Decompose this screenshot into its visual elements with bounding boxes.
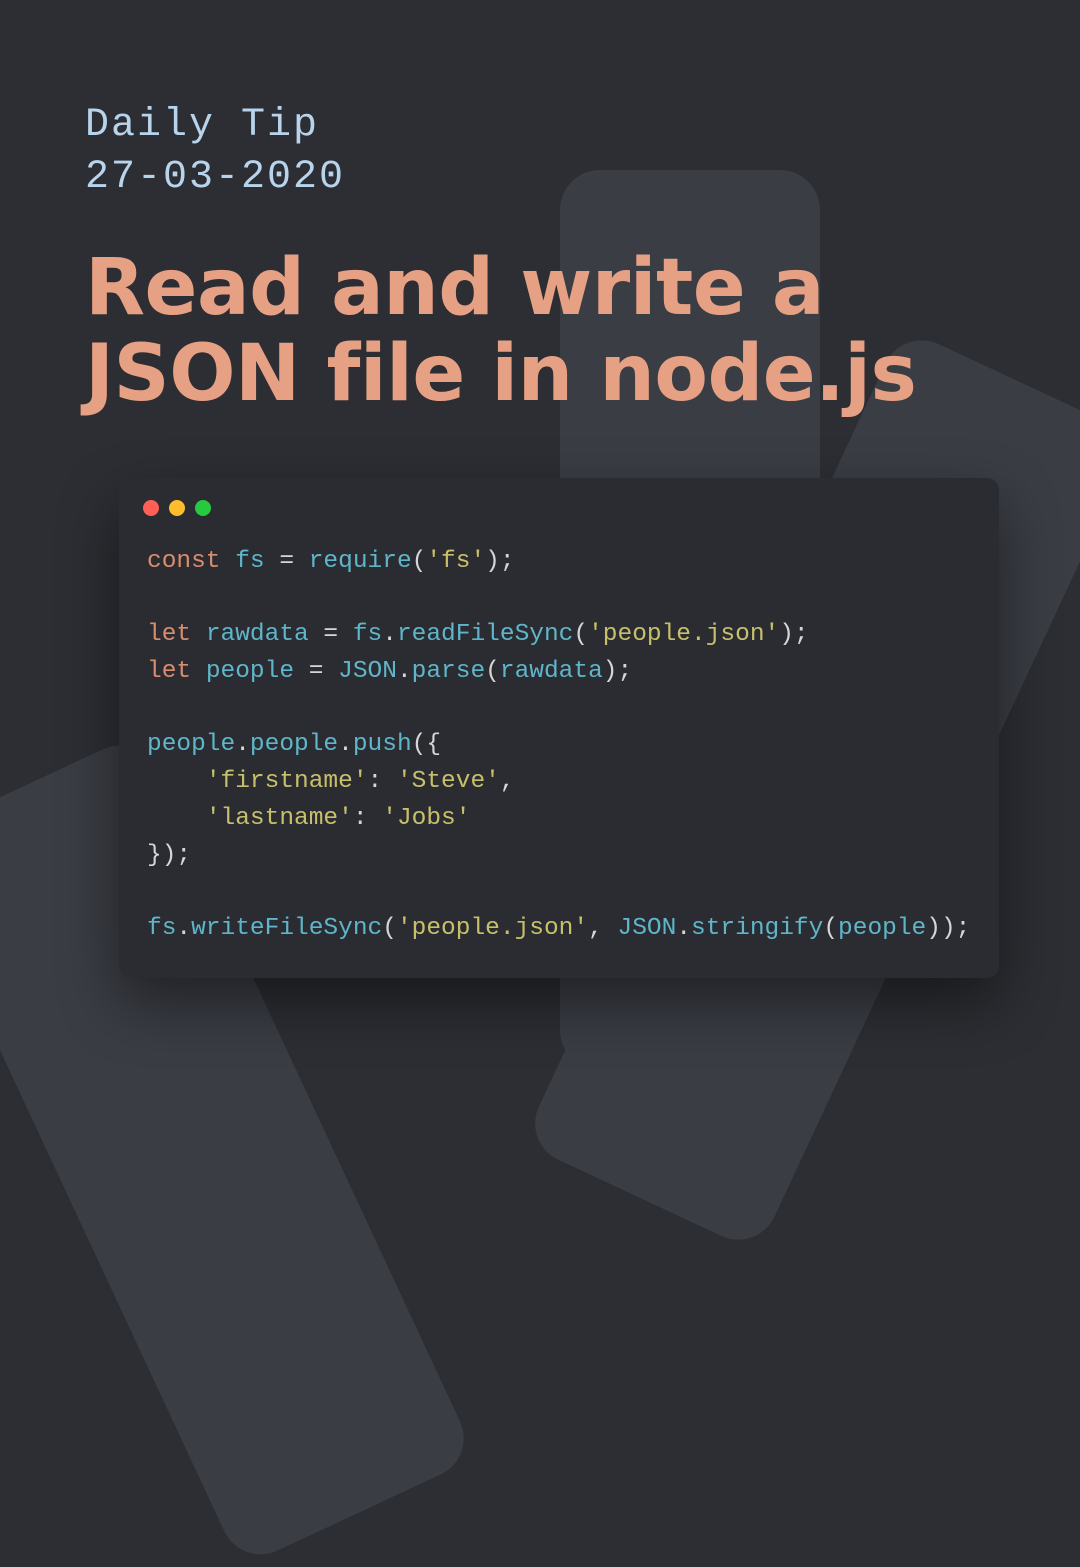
code-token: ); xyxy=(779,621,808,648)
minimize-icon xyxy=(169,500,185,516)
code-token: ( xyxy=(382,915,397,942)
code-token: writeFileSync xyxy=(191,915,382,942)
code-token: , xyxy=(500,768,515,795)
code-editor-window: const fs = require('fs'); let rawdata = … xyxy=(119,478,999,978)
close-icon xyxy=(143,500,159,516)
code-token: fs xyxy=(235,548,264,575)
code-token: ( xyxy=(573,621,588,648)
code-token: = xyxy=(265,548,309,575)
subtitle: Daily Tip 27-03-2020 xyxy=(85,100,1000,204)
window-controls xyxy=(119,478,999,522)
code-token: 'firstname' xyxy=(206,768,368,795)
code-token: let xyxy=(147,658,206,685)
code-block: const fs = require('fs'); let rawdata = … xyxy=(119,522,999,978)
code-token: rawdata xyxy=(206,621,309,648)
code-token: 'people.json' xyxy=(588,621,779,648)
code-token: JSON xyxy=(338,658,397,685)
code-token: 'Steve' xyxy=(397,768,500,795)
code-token: = xyxy=(309,621,353,648)
code-token: fs xyxy=(353,621,382,648)
code-token: )); xyxy=(926,915,970,942)
code-token: rawdata xyxy=(500,658,603,685)
code-token: let xyxy=(147,621,206,648)
code-token: 'fs' xyxy=(426,548,485,575)
code-token: . xyxy=(235,731,250,758)
code-token: : xyxy=(368,768,397,795)
code-token: ({ xyxy=(412,731,441,758)
page-title: Read and write a JSON file in node.js xyxy=(85,246,1000,418)
code-token: JSON xyxy=(618,915,677,942)
code-token: . xyxy=(382,621,397,648)
code-token: . xyxy=(338,731,353,758)
code-token: 'people.json' xyxy=(397,915,588,942)
code-token: : xyxy=(353,805,382,832)
code-token: = xyxy=(294,658,338,685)
code-token: people xyxy=(206,658,294,685)
code-token: ); xyxy=(603,658,632,685)
code-token: ( xyxy=(823,915,838,942)
code-token: require xyxy=(309,548,412,575)
code-token: 'lastname' xyxy=(206,805,353,832)
code-token: people xyxy=(147,731,235,758)
code-token: . xyxy=(397,658,412,685)
code-token: parse xyxy=(412,658,486,685)
code-token: const xyxy=(147,548,235,575)
subtitle-line-1: Daily Tip xyxy=(85,100,1000,152)
code-token: , xyxy=(588,915,617,942)
code-token: ( xyxy=(412,548,427,575)
code-token xyxy=(147,805,206,832)
maximize-icon xyxy=(195,500,211,516)
code-token: readFileSync xyxy=(397,621,573,648)
code-token: ); xyxy=(485,548,514,575)
code-token: fs xyxy=(147,915,176,942)
content-wrapper: Daily Tip 27-03-2020 Read and write a JS… xyxy=(0,0,1080,978)
code-token: }); xyxy=(147,842,191,869)
code-token: 'Jobs' xyxy=(382,805,470,832)
code-token: people xyxy=(838,915,926,942)
code-token: stringify xyxy=(691,915,823,942)
subtitle-line-2: 27-03-2020 xyxy=(85,152,1000,204)
code-token: ( xyxy=(485,658,500,685)
code-token: . xyxy=(176,915,191,942)
code-token: people xyxy=(250,731,338,758)
code-token: . xyxy=(676,915,691,942)
code-token xyxy=(147,768,206,795)
code-token: push xyxy=(353,731,412,758)
